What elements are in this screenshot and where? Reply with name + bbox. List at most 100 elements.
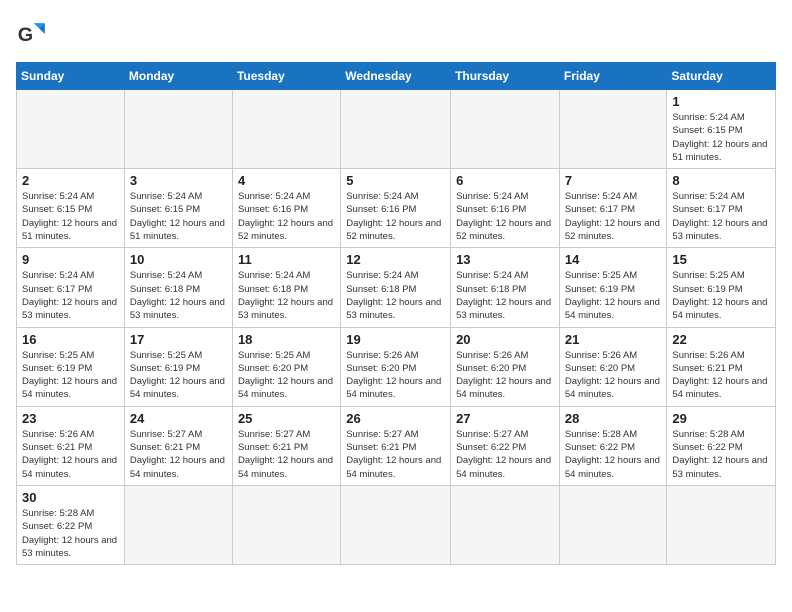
- calendar-cell: 18 Sunrise: 5:25 AM Sunset: 6:20 PM Dayli…: [232, 327, 340, 406]
- calendar-cell: 7 Sunrise: 5:24 AM Sunset: 6:17 PM Daylig…: [559, 169, 667, 248]
- header-sunday: Sunday: [17, 63, 125, 90]
- day-info: Sunrise: 5:28 AM Sunset: 6:22 PM Dayligh…: [22, 507, 119, 560]
- day-info: Sunrise: 5:25 AM Sunset: 6:19 PM Dayligh…: [672, 269, 770, 322]
- day-number: 4: [238, 173, 335, 188]
- calendar-cell: 3 Sunrise: 5:24 AM Sunset: 6:15 PM Daylig…: [124, 169, 232, 248]
- day-info: Sunrise: 5:25 AM Sunset: 6:19 PM Dayligh…: [22, 349, 119, 402]
- calendar-cell: [559, 90, 667, 169]
- calendar-cell: 1 Sunrise: 5:24 AM Sunset: 6:15 PM Daylig…: [667, 90, 776, 169]
- day-number: 24: [130, 411, 227, 426]
- day-info: Sunrise: 5:24 AM Sunset: 6:15 PM Dayligh…: [672, 111, 770, 164]
- calendar-week-row: 9Sunrise: 5:24 AM Sunset: 6:17 PM Daylig…: [17, 248, 776, 327]
- header-monday: Monday: [124, 63, 232, 90]
- calendar-cell: 4 Sunrise: 5:24 AM Sunset: 6:16 PM Daylig…: [232, 169, 340, 248]
- day-info: Sunrise: 5:26 AM Sunset: 6:21 PM Dayligh…: [22, 428, 119, 481]
- calendar-cell: 19 Sunrise: 5:26 AM Sunset: 6:20 PM Dayli…: [341, 327, 451, 406]
- calendar-cell: 17Sunrise: 5:25 AM Sunset: 6:19 PM Dayli…: [124, 327, 232, 406]
- day-info: Sunrise: 5:24 AM Sunset: 6:15 PM Dayligh…: [22, 190, 119, 243]
- day-number: 10: [130, 252, 227, 267]
- calendar-cell: 2 Sunrise: 5:24 AM Sunset: 6:15 PM Daylig…: [17, 169, 125, 248]
- calendar-week-row: 30 Sunrise: 5:28 AM Sunset: 6:22 PM Dayli…: [17, 485, 776, 564]
- day-number: 11: [238, 252, 335, 267]
- calendar-week-row: 16 Sunrise: 5:25 AM Sunset: 6:19 PM Dayli…: [17, 327, 776, 406]
- day-info: Sunrise: 5:27 AM Sunset: 6:21 PM Dayligh…: [238, 428, 335, 481]
- day-number: 9: [22, 252, 119, 267]
- day-number: 21: [565, 332, 662, 347]
- day-number: 22: [672, 332, 770, 347]
- day-info: Sunrise: 5:24 AM Sunset: 6:17 PM Dayligh…: [565, 190, 662, 243]
- day-number: 27: [456, 411, 554, 426]
- day-number: 30: [22, 490, 119, 505]
- day-info: Sunrise: 5:25 AM Sunset: 6:19 PM Dayligh…: [565, 269, 662, 322]
- page-header: G: [16, 16, 776, 52]
- day-info: Sunrise: 5:24 AM Sunset: 6:18 PM Dayligh…: [130, 269, 227, 322]
- day-number: 29: [672, 411, 770, 426]
- calendar-cell: [559, 485, 667, 564]
- calendar-cell: 20 Sunrise: 5:26 AM Sunset: 6:20 PM Dayli…: [451, 327, 560, 406]
- day-number: 1: [672, 94, 770, 109]
- calendar-header-row: SundayMondayTuesdayWednesdayThursdayFrid…: [17, 63, 776, 90]
- day-info: Sunrise: 5:24 AM Sunset: 6:17 PM Dayligh…: [672, 190, 770, 243]
- day-number: 25: [238, 411, 335, 426]
- calendar-cell: 27 Sunrise: 5:27 AM Sunset: 6:22 PM Dayli…: [451, 406, 560, 485]
- calendar-cell: 21 Sunrise: 5:26 AM Sunset: 6:20 PM Dayli…: [559, 327, 667, 406]
- calendar-cell: [451, 90, 560, 169]
- calendar-cell: 8 Sunrise: 5:24 AM Sunset: 6:17 PM Daylig…: [667, 169, 776, 248]
- calendar-cell: 6 Sunrise: 5:24 AM Sunset: 6:16 PM Daylig…: [451, 169, 560, 248]
- calendar-cell: [232, 90, 340, 169]
- day-number: 7: [565, 173, 662, 188]
- calendar-cell: [341, 90, 451, 169]
- day-number: 2: [22, 173, 119, 188]
- calendar-cell: 15Sunrise: 5:25 AM Sunset: 6:19 PM Dayli…: [667, 248, 776, 327]
- calendar-cell: [124, 485, 232, 564]
- header-tuesday: Tuesday: [232, 63, 340, 90]
- day-number: 18: [238, 332, 335, 347]
- logo-icon: G: [16, 16, 52, 52]
- calendar-cell: [232, 485, 340, 564]
- calendar-cell: 24 Sunrise: 5:27 AM Sunset: 6:21 PM Dayli…: [124, 406, 232, 485]
- calendar-cell: [124, 90, 232, 169]
- calendar-cell: 26 Sunrise: 5:27 AM Sunset: 6:21 PM Dayli…: [341, 406, 451, 485]
- day-info: Sunrise: 5:24 AM Sunset: 6:16 PM Dayligh…: [346, 190, 445, 243]
- calendar-week-row: 23 Sunrise: 5:26 AM Sunset: 6:21 PM Dayli…: [17, 406, 776, 485]
- calendar-week-row: 2 Sunrise: 5:24 AM Sunset: 6:15 PM Daylig…: [17, 169, 776, 248]
- day-info: Sunrise: 5:27 AM Sunset: 6:21 PM Dayligh…: [130, 428, 227, 481]
- day-info: Sunrise: 5:24 AM Sunset: 6:18 PM Dayligh…: [456, 269, 554, 322]
- day-number: 26: [346, 411, 445, 426]
- day-number: 20: [456, 332, 554, 347]
- day-number: 19: [346, 332, 445, 347]
- day-number: 12: [346, 252, 445, 267]
- day-number: 3: [130, 173, 227, 188]
- day-number: 23: [22, 411, 119, 426]
- day-number: 8: [672, 173, 770, 188]
- day-info: Sunrise: 5:24 AM Sunset: 6:16 PM Dayligh…: [456, 190, 554, 243]
- calendar-cell: 29 Sunrise: 5:28 AM Sunset: 6:22 PM Dayli…: [667, 406, 776, 485]
- calendar-cell: 5Sunrise: 5:24 AM Sunset: 6:16 PM Daylig…: [341, 169, 451, 248]
- calendar-cell: 10 Sunrise: 5:24 AM Sunset: 6:18 PM Dayli…: [124, 248, 232, 327]
- day-info: Sunrise: 5:28 AM Sunset: 6:22 PM Dayligh…: [672, 428, 770, 481]
- header-wednesday: Wednesday: [341, 63, 451, 90]
- calendar-cell: 9Sunrise: 5:24 AM Sunset: 6:17 PM Daylig…: [17, 248, 125, 327]
- day-info: Sunrise: 5:26 AM Sunset: 6:20 PM Dayligh…: [456, 349, 554, 402]
- day-info: Sunrise: 5:25 AM Sunset: 6:19 PM Dayligh…: [130, 349, 227, 402]
- day-number: 16: [22, 332, 119, 347]
- calendar-table: SundayMondayTuesdayWednesdayThursdayFrid…: [16, 62, 776, 565]
- calendar-cell: [667, 485, 776, 564]
- day-number: 14: [565, 252, 662, 267]
- day-info: Sunrise: 5:28 AM Sunset: 6:22 PM Dayligh…: [565, 428, 662, 481]
- calendar-cell: 12Sunrise: 5:24 AM Sunset: 6:18 PM Dayli…: [341, 248, 451, 327]
- day-info: Sunrise: 5:26 AM Sunset: 6:21 PM Dayligh…: [672, 349, 770, 402]
- day-info: Sunrise: 5:26 AM Sunset: 6:20 PM Dayligh…: [565, 349, 662, 402]
- day-info: Sunrise: 5:25 AM Sunset: 6:20 PM Dayligh…: [238, 349, 335, 402]
- day-number: 6: [456, 173, 554, 188]
- day-info: Sunrise: 5:24 AM Sunset: 6:15 PM Dayligh…: [130, 190, 227, 243]
- calendar-cell: 16 Sunrise: 5:25 AM Sunset: 6:19 PM Dayli…: [17, 327, 125, 406]
- calendar-cell: 25 Sunrise: 5:27 AM Sunset: 6:21 PM Dayli…: [232, 406, 340, 485]
- day-info: Sunrise: 5:26 AM Sunset: 6:20 PM Dayligh…: [346, 349, 445, 402]
- header-thursday: Thursday: [451, 63, 560, 90]
- header-saturday: Saturday: [667, 63, 776, 90]
- day-info: Sunrise: 5:27 AM Sunset: 6:21 PM Dayligh…: [346, 428, 445, 481]
- day-info: Sunrise: 5:24 AM Sunset: 6:16 PM Dayligh…: [238, 190, 335, 243]
- day-info: Sunrise: 5:27 AM Sunset: 6:22 PM Dayligh…: [456, 428, 554, 481]
- calendar-cell: [341, 485, 451, 564]
